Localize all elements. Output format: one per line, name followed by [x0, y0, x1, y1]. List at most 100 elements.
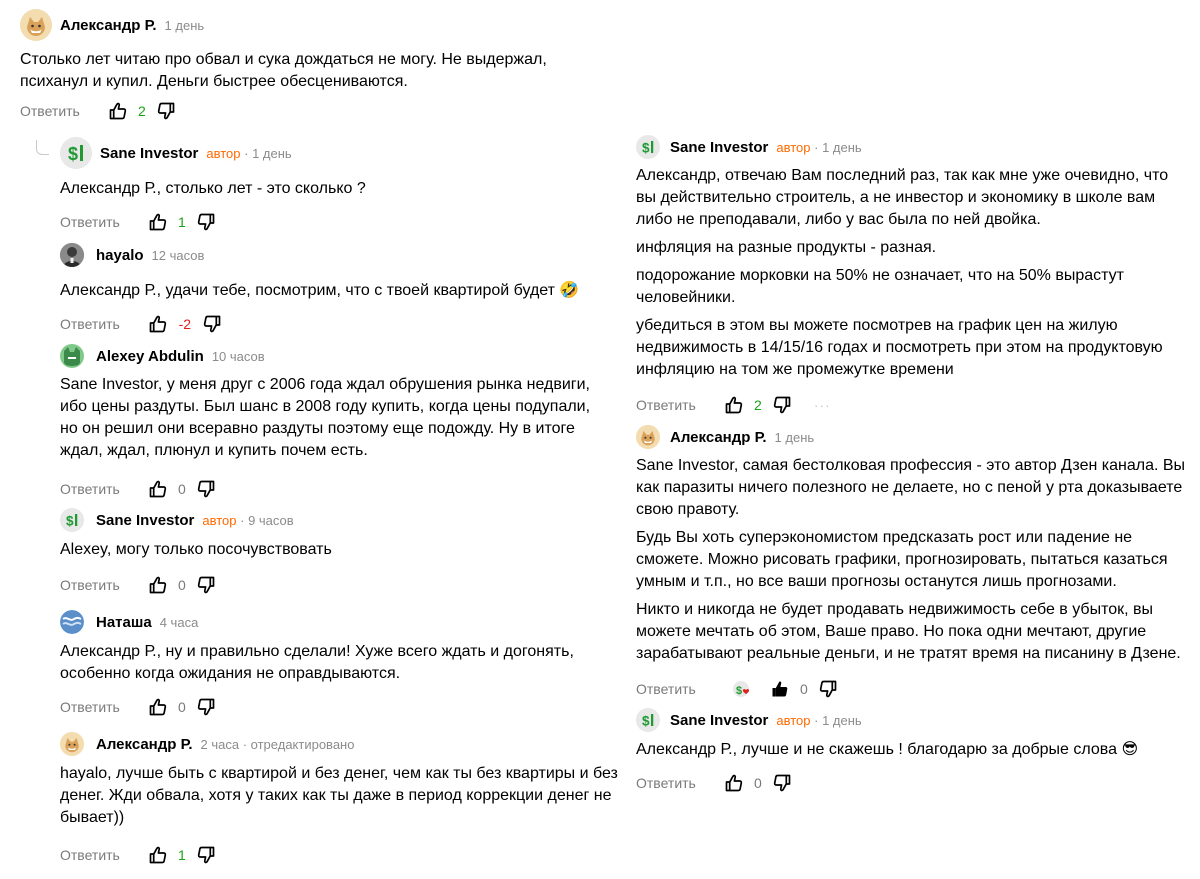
author-badge: автор: [206, 145, 241, 161]
comment-paragraph: Александр Р., удачи тебе, посмотрим, что…: [60, 282, 580, 299]
reply-button[interactable]: Ответить: [636, 775, 696, 791]
dislike-icon[interactable]: [772, 773, 792, 793]
dollar-avatar[interactable]: $: [60, 137, 92, 169]
comment: $ Sane Investor автор · 1 день Александр…: [636, 704, 1186, 795]
like-icon[interactable]: [148, 697, 168, 717]
dislike-icon[interactable]: [196, 479, 216, 499]
dollar-avatar[interactable]: $: [636, 708, 660, 732]
reply-button[interactable]: Ответить: [60, 577, 120, 593]
reply-button[interactable]: Ответить: [60, 316, 120, 332]
author-name[interactable]: Наташа: [96, 614, 152, 631]
fox-avatar[interactable]: [20, 9, 52, 41]
svg-text:$: $: [642, 713, 650, 728]
fox-avatar[interactable]: [60, 732, 84, 756]
comment-time: 1 день: [774, 429, 815, 445]
dislike-icon[interactable]: [196, 212, 216, 232]
author-badge: автор: [202, 512, 237, 528]
comment-actions: Ответить 2 ···: [636, 393, 1186, 417]
thread-line: [36, 140, 49, 155]
comment: hayalo 12 часов Александр Р., удачи тебе…: [60, 239, 610, 336]
author-name[interactable]: Sane Investor: [670, 712, 768, 729]
comment-text: Sane Investor, у меня друг с 2006 года ж…: [60, 374, 610, 462]
comment-meta: автор · 1 день: [776, 139, 862, 155]
like-filled-icon[interactable]: [770, 679, 790, 699]
comment-time: 1 день: [822, 139, 862, 155]
photo-avatar[interactable]: [60, 243, 84, 267]
comment: Александр Р. 2 часа · отредактировано ha…: [60, 728, 620, 867]
comment-paragraph: Александр Р., лучше и не скажешь ! благо…: [636, 741, 1139, 758]
reply-button[interactable]: Ответить: [60, 699, 120, 715]
comment-time: 4 часа: [159, 614, 199, 630]
wave-avatar[interactable]: [60, 610, 84, 634]
comment-actions: Ответить 1: [60, 210, 610, 234]
author-name[interactable]: Sane Investor: [670, 139, 768, 156]
rating-count: 0: [177, 699, 186, 715]
dollar-avatar[interactable]: $: [60, 508, 84, 532]
comment-actions: Ответить 0: [60, 477, 610, 501]
author-badge: автор: [776, 139, 811, 155]
svg-text:$: $: [736, 685, 742, 697]
author-name[interactable]: Александр Р.: [670, 429, 767, 446]
rating-count: 1: [177, 214, 186, 230]
more-icon[interactable]: ···: [814, 397, 831, 413]
like-icon[interactable]: [148, 212, 168, 232]
dislike-icon[interactable]: [202, 314, 222, 334]
comment-actions: Ответить 0: [60, 695, 610, 719]
reply-button[interactable]: Ответить: [20, 103, 80, 119]
rating-count: 0: [799, 681, 808, 697]
comment-paragraph: Никто и никогда не будет продавать недви…: [636, 601, 1181, 662]
like-icon[interactable]: [108, 101, 128, 121]
reply-button[interactable]: Ответить: [636, 681, 696, 697]
like-icon[interactable]: [724, 395, 744, 415]
comment: $ Sane Investor автор · 9 часов Alexey, …: [60, 504, 610, 597]
comment-paragraph: Sane Investor, у меня друг с 2006 года ж…: [60, 376, 591, 459]
comment: Alexey Abdulin 10 часов Sane Investor, у…: [60, 340, 610, 501]
comment-time: 2 часа · отредактировано: [200, 736, 355, 752]
reply-button[interactable]: Ответить: [636, 397, 696, 413]
rating-count: -2: [178, 316, 192, 332]
author-name[interactable]: Александр Р.: [96, 736, 193, 753]
reply-button[interactable]: Ответить: [60, 847, 120, 863]
author-liked-icon: $: [732, 679, 752, 699]
dislike-icon[interactable]: [196, 845, 216, 865]
author-name[interactable]: Alexey Abdulin: [96, 348, 204, 365]
comment-paragraph: убедиться в этом вы можете посмотрев на …: [636, 317, 1163, 378]
dislike-icon[interactable]: [772, 395, 792, 415]
author-name[interactable]: Александр Р.: [60, 17, 157, 34]
comment-paragraph: hayalo, лучше быть с квартирой и без ден…: [60, 765, 618, 826]
author-name[interactable]: Sane Investor: [100, 145, 198, 162]
like-icon[interactable]: [148, 575, 168, 595]
comment-text: Александр Р., удачи тебе, посмотрим, что…: [60, 280, 610, 302]
reply-button[interactable]: Ответить: [60, 214, 120, 230]
comment: $ Sane Investor автор · 1 день Александр…: [60, 137, 610, 234]
dislike-icon[interactable]: [196, 575, 216, 595]
like-icon[interactable]: [724, 773, 744, 793]
rating-count: 0: [177, 481, 186, 497]
comment-actions: Ответить 1: [60, 843, 620, 867]
author-name[interactable]: hayalo: [96, 247, 144, 264]
like-icon[interactable]: [148, 845, 168, 865]
dislike-icon[interactable]: [196, 697, 216, 717]
author-name[interactable]: Sane Investor: [96, 512, 194, 529]
comment-meta: автор · 1 день: [776, 712, 862, 728]
comment: Александр Р. 1 день Столько лет читаю пр…: [20, 9, 610, 123]
fox-avatar[interactable]: [636, 425, 660, 449]
like-icon[interactable]: [148, 479, 168, 499]
comment-actions: Ответить -2: [60, 312, 610, 336]
like-icon[interactable]: [148, 314, 168, 334]
reply-button[interactable]: Ответить: [60, 481, 120, 497]
dislike-icon[interactable]: [156, 101, 176, 121]
comment-paragraph: Александр Р., столько лет - это сколько …: [60, 180, 366, 197]
dollar-avatar[interactable]: $: [636, 135, 660, 159]
rating-count: 2: [753, 397, 762, 413]
rating-count: 2: [137, 103, 146, 119]
comment-paragraph: Sane Investor, самая бестолковая професс…: [636, 457, 1186, 518]
dislike-icon[interactable]: [818, 679, 838, 699]
comment-paragraph: Александр Р., ну и правильно сделали! Ху…: [60, 643, 574, 682]
comment-paragraph: Столько лет читаю про обвал и сука дожда…: [20, 51, 547, 90]
comment-meta: автор · 9 часов: [202, 512, 294, 528]
comment-actions: Ответить $ 0: [636, 677, 1186, 701]
comment-paragraph: Александр, отвечаю Вам последний раз, та…: [636, 167, 1169, 228]
svg-text:$: $: [642, 140, 650, 155]
cat-avatar[interactable]: [60, 344, 84, 368]
